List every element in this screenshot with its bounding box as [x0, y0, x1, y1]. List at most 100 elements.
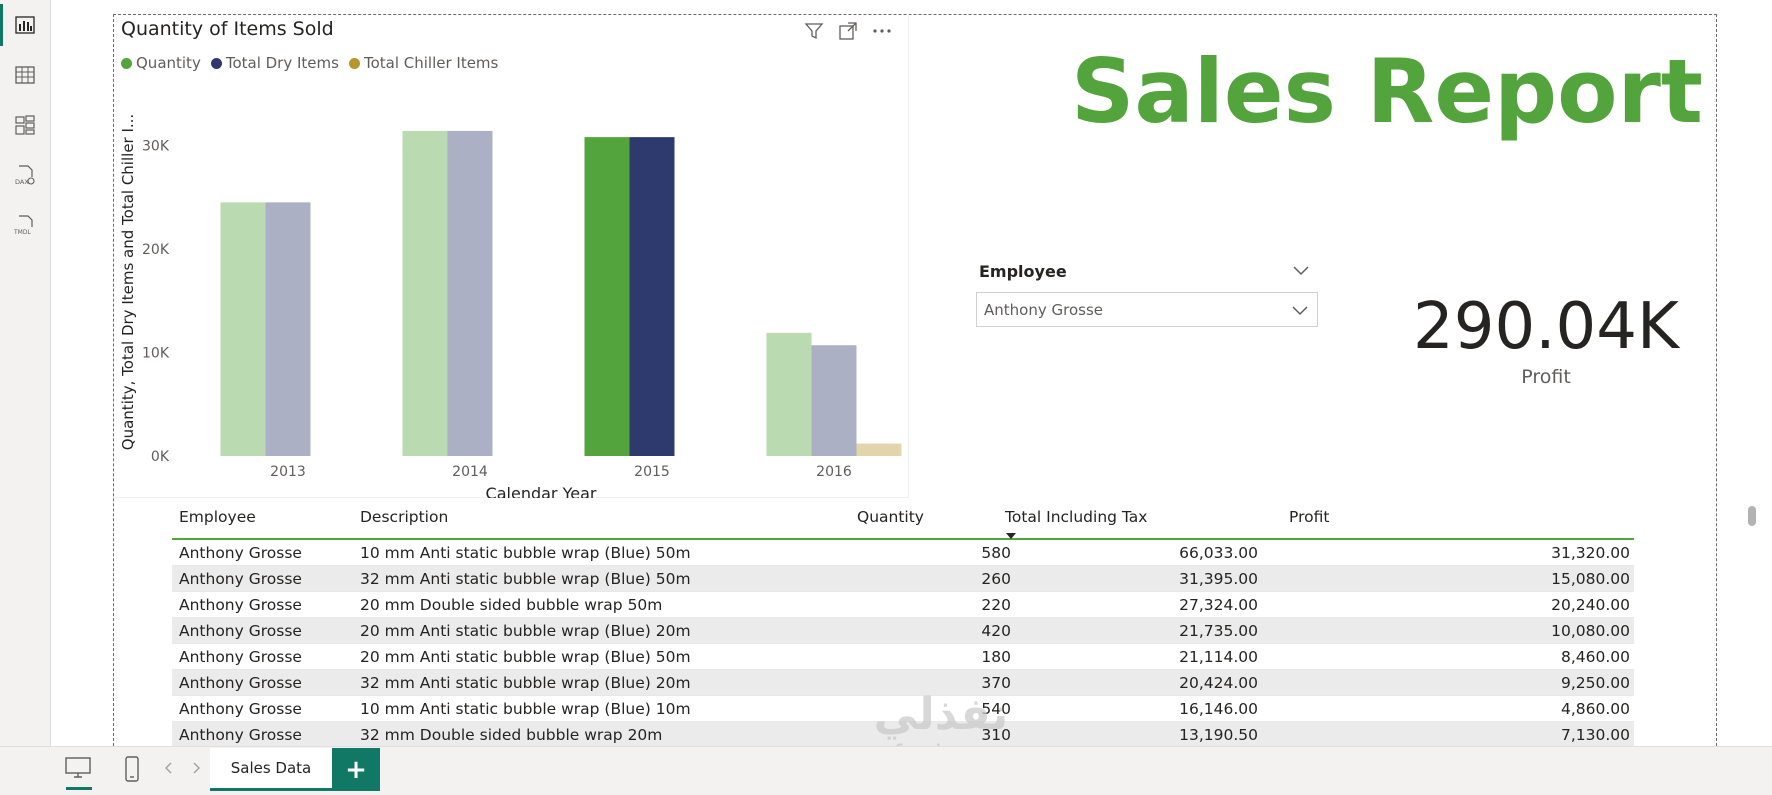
table-cell: Anthony Grosse — [179, 648, 302, 666]
power-bi-window: DAX TMDL 0K 10K 20K 30K 2013 2014 2015 2016 Cale… — [0, 0, 1772, 795]
mobile-layout-button[interactable] — [123, 755, 141, 783]
table-cell: 31,320.00 — [1551, 544, 1630, 562]
active-layout-indicator — [66, 787, 92, 790]
bar-total-dry-items-2015 — [629, 137, 675, 457]
page-tab-sales-data[interactable]: Sales Data — [210, 748, 332, 791]
table-row[interactable]: Anthony Grosse 32 mm Double sided bubble … — [172, 722, 1634, 748]
table-cell: 260 — [981, 570, 1011, 588]
filter-icon[interactable] — [803, 20, 825, 42]
legend-dot — [210, 57, 222, 69]
table-cell: 10,080.00 — [1551, 622, 1630, 640]
table-cell: Anthony Grosse — [179, 622, 302, 640]
page-tabs-bar: Sales Data + — [0, 746, 1772, 795]
table-cell: 310 — [981, 726, 1011, 744]
chevron-down-icon[interactable] — [1292, 262, 1310, 281]
table-scrollbar[interactable] — [1748, 506, 1756, 526]
card-label: Profit — [1521, 366, 1571, 388]
bar-total-dry-items-2013 — [265, 202, 311, 456]
add-page-button[interactable]: + — [332, 748, 380, 791]
table-row[interactable]: Anthony Grosse 10 mm Anti static bubble w… — [172, 540, 1634, 566]
bar-quantity-2016 — [766, 332, 812, 456]
visual-header — [803, 20, 923, 44]
model-view-button[interactable] — [4, 104, 46, 146]
monitor-icon — [65, 757, 91, 778]
report-view-icon — [15, 16, 35, 34]
tmdl-view-button[interactable]: TMDL — [4, 204, 46, 246]
table-cell: 66,033.00 — [1179, 544, 1258, 562]
column-header-description[interactable]: Description — [360, 508, 448, 526]
table-row[interactable]: Anthony Grosse 32 mm Anti static bubble w… — [172, 670, 1634, 696]
table-row[interactable]: Anthony Grosse 20 mm Double sided bubble … — [172, 592, 1634, 618]
table-cell: 10 mm Anti static bubble wrap (Blue) 50m — [360, 544, 691, 562]
sales-table[interactable]: Employee Description Quantity Total Incl… — [172, 500, 1634, 748]
slicer-title: Employee — [979, 262, 1067, 281]
table-cell: 21,735.00 — [1179, 622, 1258, 640]
desktop-layout-button[interactable] — [64, 755, 92, 779]
table-cell: Anthony Grosse — [179, 674, 302, 692]
x-tick-label: 2014 — [452, 464, 488, 480]
table-cell: 20 mm Anti static bubble wrap (Blue) 20m — [360, 622, 691, 640]
bar-quantity-2015 — [584, 137, 630, 457]
table-cell: 9,250.00 — [1560, 674, 1630, 692]
report-title: Sales Report — [1071, 40, 1703, 143]
clustered-column-chart[interactable]: 0K 10K 20K 30K 2013 2014 2015 2016 Calendar Year… — [113, 14, 909, 498]
table-cell: 20 mm Double sided bubble wrap 50m — [360, 596, 663, 614]
employee-slicer: Employee Anthony Grosse — [976, 258, 1318, 327]
model-view-icon — [15, 115, 35, 135]
scroll-tabs-right-button[interactable] — [190, 761, 202, 775]
y-tick-label: 30K — [142, 138, 170, 154]
table-row[interactable]: Anthony Grosse 32 mm Anti static bubble w… — [172, 566, 1634, 592]
table-cell: 580 — [981, 544, 1011, 562]
chevron-right-icon — [193, 762, 200, 774]
legend-item-total-chiller-items[interactable]: Total Chiller Items — [348, 54, 498, 72]
table-cell: Anthony Grosse — [179, 544, 302, 562]
table-row[interactable]: Anthony Grosse 10 mm Anti static bubble w… — [172, 696, 1634, 722]
dax-query-view-button[interactable]: DAX — [4, 154, 46, 196]
table-cell: 32 mm Anti static bubble wrap (Blue) 20m — [360, 674, 691, 692]
report-view-button[interactable] — [0, 4, 46, 46]
table-cell: 31,395.00 — [1179, 570, 1258, 588]
table-header: Employee Description Quantity Total Incl… — [172, 500, 1634, 540]
table-cell: 7,130.00 — [1560, 726, 1630, 744]
x-tick-label: 2016 — [816, 464, 852, 480]
bar-quantity-2014 — [402, 130, 448, 456]
table-cell: 10 mm Anti static bubble wrap (Blue) 10m — [360, 700, 691, 718]
bar-total-chiller-items-2016 — [856, 443, 902, 456]
focus-mode-icon[interactable] — [837, 20, 859, 42]
legend-label: Total Dry Items — [225, 54, 339, 72]
svg-text:DAX: DAX — [15, 178, 29, 186]
card-value: 290.04K — [1413, 290, 1679, 364]
scroll-tabs-left-button[interactable] — [163, 761, 175, 775]
report-canvas: 0K 10K 20K 30K 2013 2014 2015 2016 Calendar Year… — [51, 0, 1772, 770]
phone-icon — [125, 756, 139, 782]
table-cell: 540 — [981, 700, 1011, 718]
slicer-header: Employee — [976, 258, 1318, 288]
legend-item-quantity[interactable]: Quantity — [121, 54, 201, 72]
table-view-button[interactable] — [4, 54, 46, 96]
table-cell: 370 — [981, 674, 1011, 692]
slicer-selected-value: Anthony Grosse — [984, 301, 1103, 319]
view-rail: DAX TMDL — [0, 0, 51, 795]
table-cell: 180 — [981, 648, 1011, 666]
table-row[interactable]: Anthony Grosse 20 mm Anti static bubble w… — [172, 644, 1634, 670]
table-cell: 32 mm Anti static bubble wrap (Blue) 50m — [360, 570, 691, 588]
chart-legend: Quantity Total Dry Items Total Chiller I… — [121, 54, 498, 72]
legend-item-total-dry-items[interactable]: Total Dry Items — [210, 54, 339, 72]
profit-card[interactable]: 290.04K Profit — [1411, 290, 1681, 388]
x-axis-label: Calendar Year — [486, 484, 597, 498]
y-axis-label: Quantity, Total Dry Items and Total Chil… — [119, 114, 137, 450]
column-header-total-including-tax[interactable]: Total Including Tax — [1005, 508, 1147, 526]
column-header-quantity[interactable]: Quantity — [857, 508, 924, 526]
table-row[interactable]: Anthony Grosse 20 mm Anti static bubble w… — [172, 618, 1634, 644]
table-cell: 20,424.00 — [1179, 674, 1258, 692]
table-cell: 20,240.00 — [1551, 596, 1630, 614]
column-header-profit[interactable]: Profit — [1289, 508, 1329, 526]
svg-text:TMDL: TMDL — [14, 229, 31, 236]
table-cell: 20 mm Anti static bubble wrap (Blue) 50m — [360, 648, 691, 666]
table-cell: 16,146.00 — [1179, 700, 1258, 718]
table-cell: 32 mm Double sided bubble wrap 20m — [360, 726, 663, 744]
column-header-employee[interactable]: Employee — [179, 508, 256, 526]
slicer-dropdown[interactable]: Anthony Grosse — [976, 292, 1318, 327]
table-cell: 8,460.00 — [1560, 648, 1630, 666]
more-options-icon[interactable] — [871, 20, 893, 42]
